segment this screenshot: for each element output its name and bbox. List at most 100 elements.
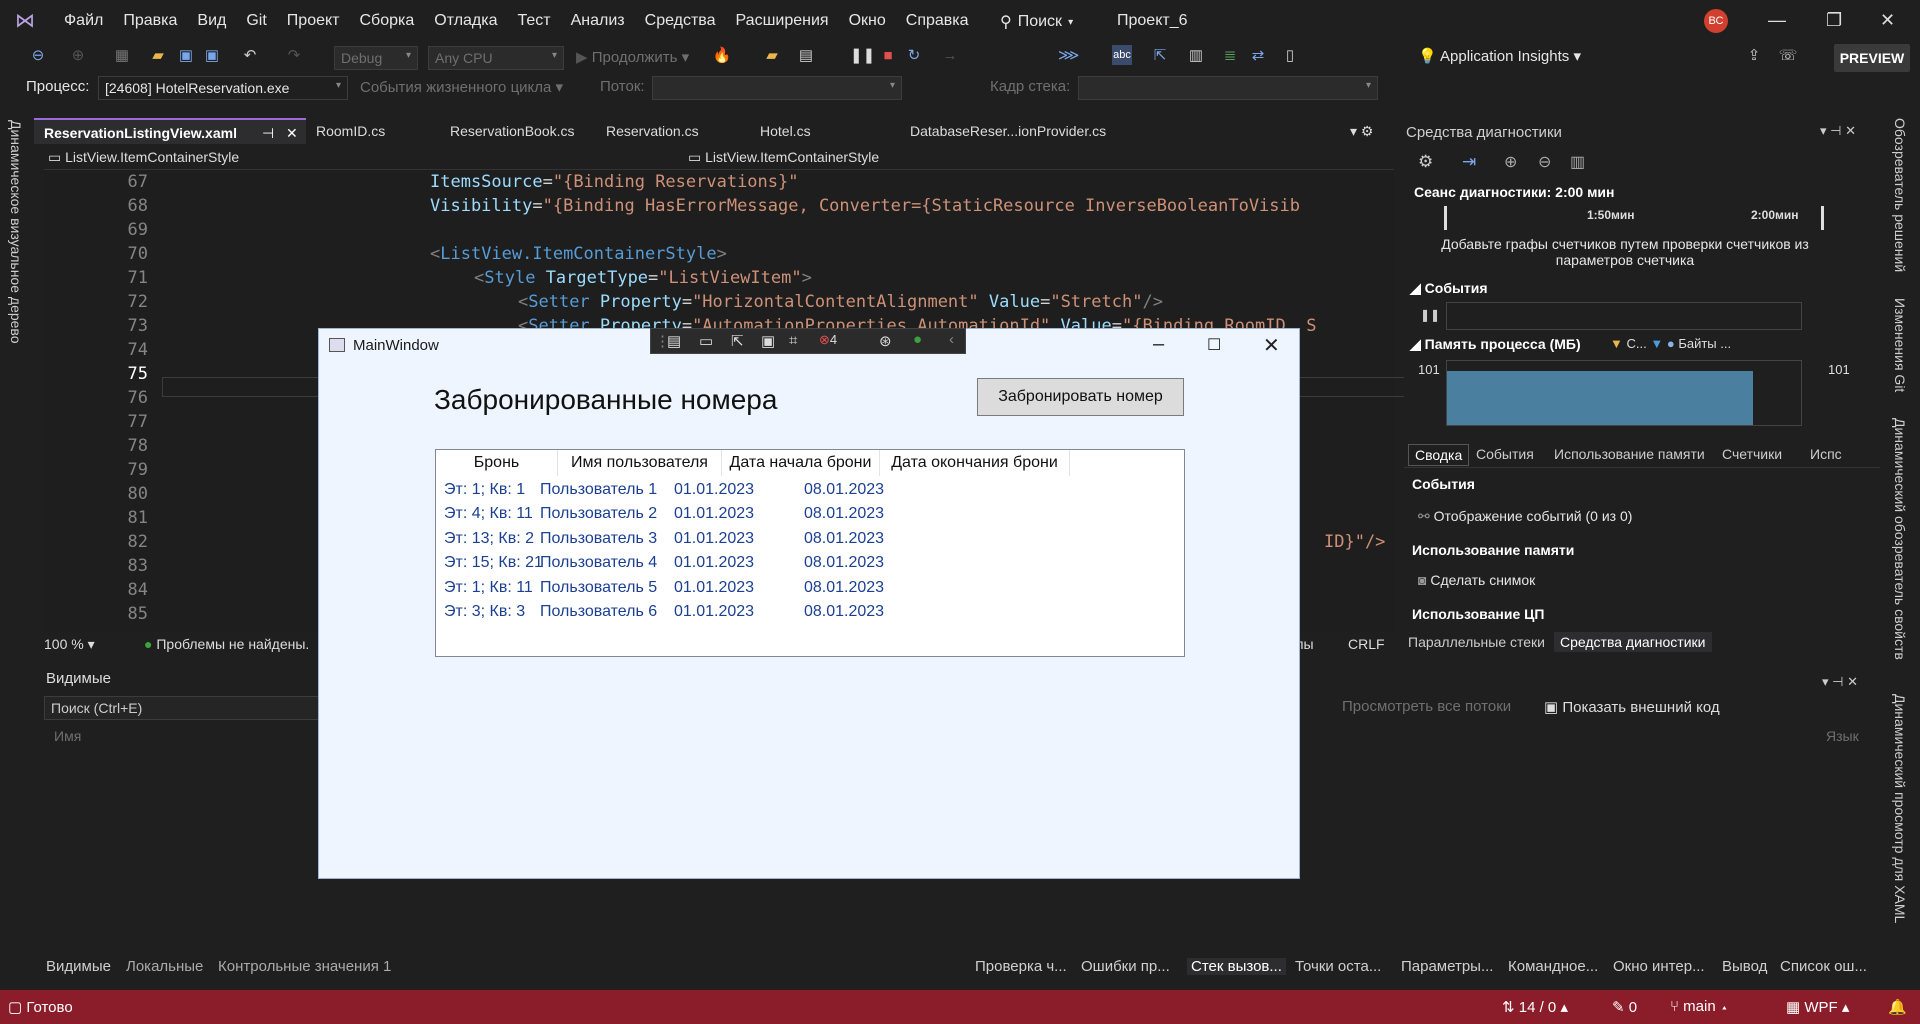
tab-error-list-2[interactable]: Список ош...	[1780, 958, 1867, 975]
select-element-icon[interactable]: ⇱	[731, 332, 744, 350]
tab-list-icon[interactable]: ▾ ⚙	[1350, 118, 1390, 144]
continue-button[interactable]: ▶ Продолжить ▾	[576, 48, 689, 66]
table-row[interactable]: Эт: 3; Кв: 3 Пользователь 6 01.01.2023 08.0…	[436, 598, 1176, 627]
zoom-in-icon[interactable]: ⊕	[1504, 152, 1517, 172]
diagnostics-window-controls[interactable]: ▾ ⊣ ✕	[1820, 123, 1856, 139]
close-icon[interactable]: ✕	[1880, 10, 1895, 31]
collapse-icon[interactable]: ‹	[949, 331, 954, 348]
tab-reservation-listing-view[interactable]: ReservationListingView.xaml ⊣ ✕	[34, 118, 306, 144]
menu-debug[interactable]: Отладка	[424, 12, 507, 30]
language-column-header[interactable]: Язык	[1826, 728, 1859, 744]
tab-hotel[interactable]: Hotel.cs	[750, 118, 900, 144]
thread-select[interactable]: ▾	[652, 76, 902, 100]
column-header-start[interactable]: Дата начала брони	[722, 450, 880, 476]
events-section-header[interactable]: ◢ События	[1410, 280, 1488, 297]
bookmark-icon[interactable]: ▯	[1280, 46, 1300, 66]
open-folder-icon[interactable]: ▰	[148, 46, 168, 66]
memory-section-header[interactable]: ◢ Память процесса (МБ)	[1410, 336, 1581, 353]
platform-select[interactable]: Any CPU ▾	[428, 46, 564, 70]
line-ending-indicator[interactable]: CRLF	[1348, 636, 1385, 652]
preview-button[interactable]: PREVIEW	[1834, 44, 1910, 72]
spellcheck-icon[interactable]: abc	[1112, 45, 1132, 65]
tab-autos[interactable]: Видимые	[46, 958, 111, 975]
forward-icon[interactable]: ⊕	[68, 46, 88, 66]
tab-events[interactable]: События	[1476, 446, 1534, 462]
maximize-icon[interactable]: ☐	[1207, 335, 1221, 355]
check-circle-icon[interactable]: ●	[913, 331, 922, 348]
restart-icon[interactable]: ↻	[904, 46, 924, 66]
column-header-user[interactable]: Имя пользователя	[558, 450, 722, 476]
take-snapshot-button[interactable]: ◙ Сделать снимок	[1418, 572, 1535, 588]
indent-icon[interactable]: ≣	[1220, 46, 1240, 66]
tab-parallel-stacks[interactable]: Параллельные стеки	[1408, 634, 1545, 650]
nav-left-select[interactable]: ▭ ListView.ItemContainerStyle	[48, 149, 239, 166]
select-element-icon[interactable]: ⇱	[1150, 46, 1170, 66]
view-all-threads-button[interactable]: Просмотреть все потоки	[1342, 698, 1511, 715]
menu-help[interactable]: Справка	[896, 12, 979, 30]
tab-spell-check[interactable]: Проверка ч...	[975, 958, 1067, 975]
tab-immediate[interactable]: Окно интер...	[1613, 958, 1705, 975]
project-type[interactable]: ▦ WPF ▴	[1786, 998, 1849, 1016]
hot-reload-icon[interactable]: 🔥	[712, 46, 732, 66]
git-changes-tab[interactable]: Изменения Git	[1892, 298, 1908, 392]
sync-status[interactable]: ⇅ 14 / 0 ▴	[1502, 998, 1568, 1016]
column-header-end[interactable]: Дата окончания брони	[880, 450, 1070, 476]
tab-cpu[interactable]: Испс	[1810, 446, 1842, 462]
chart-icon[interactable]: ▥	[1570, 152, 1585, 172]
stack-frame-select[interactable]: ▾	[1078, 76, 1378, 100]
tab-database-provider[interactable]: DatabaseReser...ionProvider.cs	[900, 118, 1150, 144]
menu-project[interactable]: Проект	[277, 12, 350, 30]
tab-parameters[interactable]: Параметры...	[1401, 958, 1493, 975]
tab-counters[interactable]: Счетчики	[1722, 446, 1782, 462]
configuration-select[interactable]: Debug ▾	[334, 46, 418, 70]
minimize-icon[interactable]: —	[1768, 10, 1786, 31]
tab-breakpoints[interactable]: Точки оста...	[1295, 958, 1381, 975]
tab-reservation-book[interactable]: ReservationBook.cs	[440, 118, 596, 144]
stop-icon[interactable]: ■	[878, 46, 898, 66]
name-column-header[interactable]: Имя	[54, 728, 81, 744]
pause-events-icon[interactable]: ❚❚	[1420, 308, 1440, 322]
restore-icon[interactable]: ❐	[1826, 10, 1842, 31]
column-header-booking[interactable]: Бронь	[436, 450, 558, 476]
menu-build[interactable]: Сборка	[350, 12, 425, 30]
tab-summary[interactable]: Сводка	[1408, 444, 1470, 466]
format-icon[interactable]: ⇄	[1248, 46, 1268, 66]
solution-explorer-tab[interactable]: Обозреватель решений	[1892, 118, 1908, 272]
reservations-list[interactable]: Бронь Имя пользователя Дата начала брони…	[435, 449, 1185, 657]
lifecycle-events-button[interactable]: События жизненного цикла ▾	[360, 78, 563, 96]
save-all-icon[interactable]: ▣	[202, 46, 222, 66]
tab-call-stack[interactable]: Стек вызов...	[1187, 958, 1286, 975]
layout-icon[interactable]: ▤	[796, 46, 816, 66]
layout-adorners-icon[interactable]: ▥	[1186, 46, 1206, 66]
tab-roomid[interactable]: RoomID.cs	[306, 118, 440, 144]
track-focus-icon[interactable]: ⌗	[789, 332, 797, 349]
show-events-link[interactable]: ⚯ Отображение событий (0 из 0)	[1418, 508, 1632, 525]
panel-window-controls[interactable]: ▾ ⊣ ✕	[1822, 674, 1858, 690]
minimize-icon[interactable]: –	[1153, 333, 1164, 356]
tab-output[interactable]: Вывод	[1722, 958, 1767, 975]
binding-errors-indicator[interactable]: ⊗4	[819, 332, 837, 348]
tab-reservation[interactable]: Reservation.cs	[596, 118, 750, 144]
xaml-live-preview-tab[interactable]: Динамический просмотр для XAML	[1892, 694, 1908, 923]
settings-icon[interactable]: ⚙	[1418, 152, 1433, 172]
process-select[interactable]: [24608] HotelReservation.exe ▾	[98, 76, 348, 100]
tab-locals[interactable]: Локальные	[126, 958, 203, 975]
back-icon[interactable]: ⊖	[28, 46, 48, 66]
live-visual-tree-tab[interactable]: Динамическое визуальное дерево	[8, 120, 24, 344]
undo-icon[interactable]: ↶	[240, 46, 260, 66]
problems-indicator[interactable]: ● Проблемы не найдены.	[144, 636, 309, 652]
menu-file[interactable]: Файл	[54, 12, 113, 30]
menu-window[interactable]: Окно	[839, 12, 896, 30]
avatar[interactable]: ВС	[1704, 9, 1728, 33]
pause-icon[interactable]: ❚❚	[850, 46, 875, 66]
show-external-code-button[interactable]: ▣ Показать внешний код	[1544, 698, 1720, 716]
pin-icon[interactable]: ⊣	[262, 120, 274, 146]
autos-search-input[interactable]: Поиск (Ctrl+E)⚲▾	[44, 696, 350, 720]
notifications-icon[interactable]: 🔔	[1888, 998, 1907, 1016]
menu-extensions[interactable]: Расширения	[726, 12, 839, 30]
menu-test[interactable]: Тест	[508, 12, 561, 30]
menu-tools[interactable]: Средства	[635, 12, 726, 30]
accessibility-icon[interactable]: ⊛	[879, 332, 892, 350]
zoom-select[interactable]: 100 % ▾	[44, 636, 95, 653]
display-adorners-icon[interactable]: ▣	[761, 332, 775, 350]
